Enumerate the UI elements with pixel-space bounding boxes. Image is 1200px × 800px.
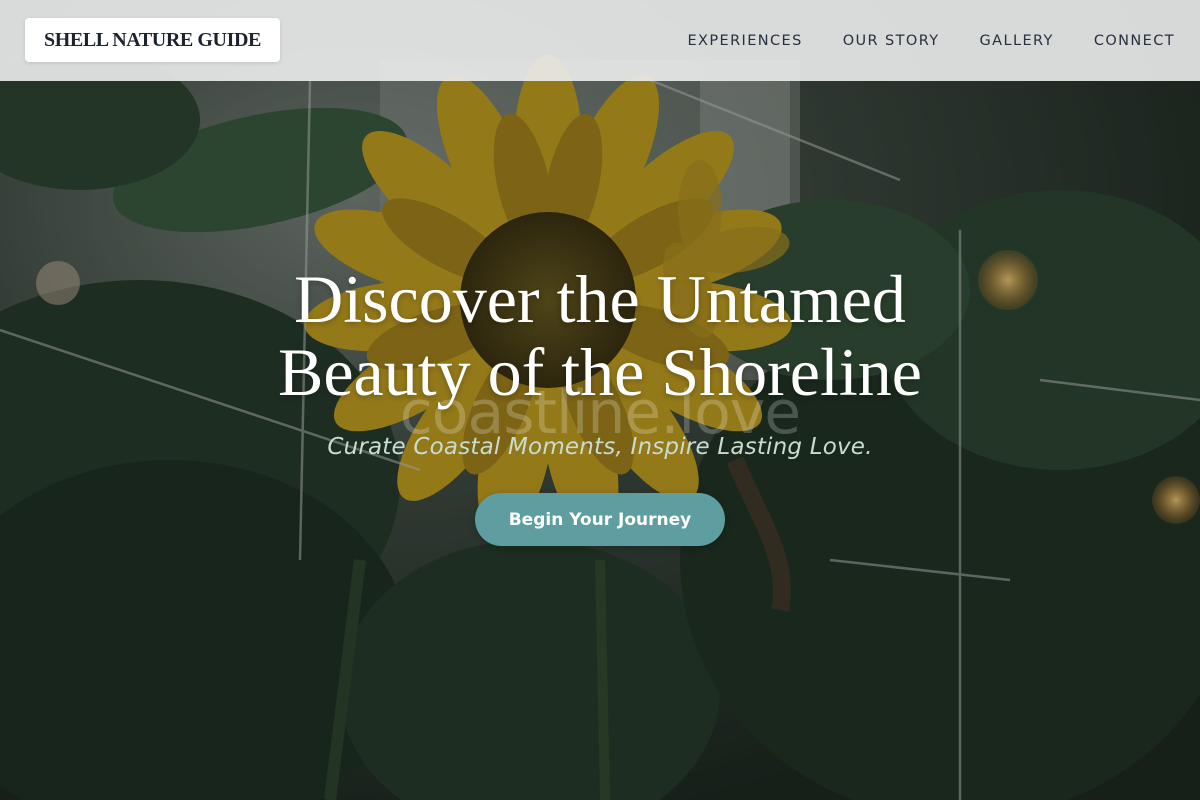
hero-headline-line-2: Beauty of the Shoreline: [278, 334, 922, 410]
hero-section: SHELL NATURE GUIDE EXPERIENCES OUR STORY…: [0, 0, 1200, 800]
nav-link-experiences[interactable]: EXPERIENCES: [687, 33, 802, 49]
nav-link-connect[interactable]: CONNECT: [1094, 33, 1175, 49]
begin-journey-button[interactable]: Begin Your Journey: [475, 493, 725, 546]
site-header: SHELL NATURE GUIDE EXPERIENCES OUR STORY…: [0, 0, 1200, 81]
hero-headline-line-1: Discover the Untamed: [294, 261, 906, 337]
hero-headline: Discover the Untamed Beauty of the Shore…: [0, 263, 1200, 409]
main-nav: EXPERIENCES OUR STORY GALLERY CONNECT: [647, 0, 1175, 81]
site-logo[interactable]: SHELL NATURE GUIDE: [25, 18, 280, 62]
hero-tagline: Curate Coastal Moments, Inspire Lasting …: [327, 434, 873, 460]
nav-link-our-story[interactable]: OUR STORY: [843, 33, 940, 49]
nav-link-gallery[interactable]: GALLERY: [980, 33, 1054, 49]
